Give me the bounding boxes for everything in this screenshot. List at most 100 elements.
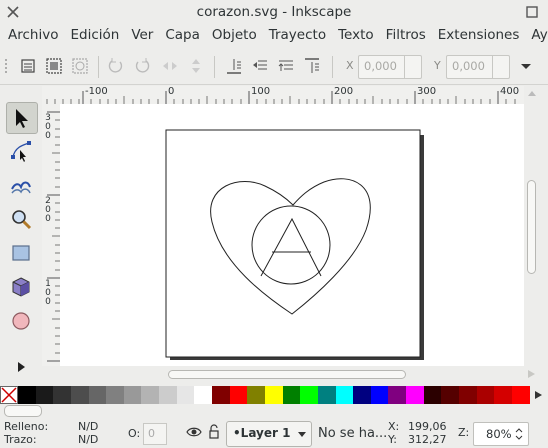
ruler-label: 200 [334,86,354,97]
zoom-spin-icon[interactable] [514,427,524,441]
zoom-tool[interactable] [6,204,36,234]
color-swatch[interactable] [441,386,460,404]
color-swatch[interactable] [141,386,160,404]
color-swatch[interactable] [229,386,248,404]
more-tools-arrow-icon[interactable] [14,360,28,374]
toolbox [0,98,42,388]
color-swatch[interactable] [370,386,389,404]
select-all-icon[interactable] [18,56,38,76]
rotate-ccw-icon[interactable] [106,56,126,76]
x-spinbox[interactable]: 0,000 [358,55,422,79]
ruler-label: 100 [45,279,51,307]
x-spin-buttons[interactable] [404,56,421,78]
color-swatch[interactable] [335,386,354,404]
cursor-y-value: 312,27 [408,433,447,446]
menu-texto[interactable]: Texto [332,27,380,43]
menu-capa[interactable]: Capa [159,27,206,43]
node-tool[interactable] [6,136,36,166]
color-swatch[interactable] [476,386,495,404]
color-swatch[interactable] [406,386,424,404]
color-swatch[interactable] [70,386,89,404]
maximize-icon[interactable] [526,6,538,18]
color-swatch[interactable] [317,386,336,404]
menu-trayecto[interactable]: Trayecto [263,27,332,43]
eye-icon[interactable] [186,425,202,439]
rectangle-icon [12,245,30,261]
menu-objeto[interactable]: Objeto [206,27,263,43]
color-swatch[interactable] [123,386,142,404]
color-swatch[interactable] [18,386,36,404]
ruler-label: 0 [168,86,175,97]
fill-value[interactable]: N/D [78,420,98,433]
layer-selector[interactable]: •Layer 1 [226,421,312,447]
color-swatch[interactable] [212,386,230,404]
menu-archivo[interactable]: Archivo [0,27,64,43]
color-palette [0,386,548,404]
stroke-value[interactable]: N/D [78,433,98,446]
menu-filtros[interactable]: Filtros [380,27,432,43]
y-spin-buttons[interactable] [492,56,509,78]
select-tool[interactable] [6,102,38,134]
ellipse-tool[interactable] [6,306,36,336]
color-swatch[interactable] [247,386,265,404]
color-swatch[interactable] [388,386,407,404]
menu-ayuda[interactable]: Ayuda [525,27,548,43]
scroll-right-icon[interactable] [525,368,537,380]
horizontal-scroll-thumb[interactable] [168,370,406,379]
zoom-field[interactable]: 80% [473,422,529,446]
color-swatch[interactable] [282,386,301,404]
rectangle-tool[interactable] [6,238,36,268]
color-swatch[interactable] [423,386,442,404]
color-swatch[interactable] [53,386,71,404]
toolbar-handle-icon[interactable] [4,58,8,76]
menu-extensiones[interactable]: Extensiones [432,27,526,43]
vertical-scroll-thumb[interactable] [527,180,536,274]
no-paint-swatch[interactable] [0,386,18,404]
vertical-ruler: 300 200 100 [42,104,61,366]
color-swatch[interactable] [106,386,124,404]
vertical-scrollbar[interactable] [524,88,542,366]
select-all-layers-icon[interactable] [44,56,64,76]
flip-vertical-icon[interactable] [186,56,206,76]
flip-horizontal-icon[interactable] [160,56,180,76]
raise-to-top-icon[interactable] [302,56,322,76]
menu-edicion[interactable]: Edición [64,27,125,43]
color-swatch[interactable] [159,386,177,404]
lower-to-bottom-icon[interactable] [224,56,244,76]
color-swatch[interactable] [176,386,195,404]
overflow-arrow-icon[interactable] [516,56,536,76]
color-swatch[interactable] [264,386,283,404]
y-label: Y [434,59,441,72]
3d-box-tool[interactable] [6,272,36,302]
canvas[interactable] [60,104,524,366]
arrow-cursor-icon [16,109,28,128]
rotate-cw-icon[interactable] [132,56,152,76]
node-editor-icon [11,141,31,162]
opacity-spinbox[interactable]: 0 [143,423,167,445]
color-swatch[interactable] [300,386,318,404]
color-swatch[interactable] [35,386,54,404]
tweak-tool[interactable] [6,170,36,200]
palette-scroll-thumb[interactable] [4,405,42,417]
color-swatch[interactable] [88,386,107,404]
deselect-icon[interactable] [70,56,90,76]
palette-menu-icon[interactable] [532,389,544,401]
lower-icon[interactable] [250,56,270,76]
drawing-area[interactable] [60,104,524,366]
lock-icon[interactable] [208,424,220,440]
scroll-up-icon[interactable] [526,88,538,98]
color-swatch[interactable] [511,386,530,404]
color-swatch[interactable] [494,386,512,404]
horizontal-scrollbar[interactable] [60,366,535,382]
status-bar: Relleno: Trazo: N/D N/D O: 0 •Layer 1 No… [0,418,548,448]
ruler-label: -100 [85,86,108,97]
ruler-label: 100 [251,86,271,97]
color-swatch[interactable] [459,386,477,404]
raise-icon[interactable] [276,56,296,76]
page-border [165,129,421,358]
menu-ver[interactable]: Ver [125,27,159,43]
y-spinbox[interactable]: 0,000 [446,55,510,79]
color-swatch[interactable] [353,386,371,404]
zoom-value: 80% [486,427,512,441]
color-swatch[interactable] [194,386,213,404]
